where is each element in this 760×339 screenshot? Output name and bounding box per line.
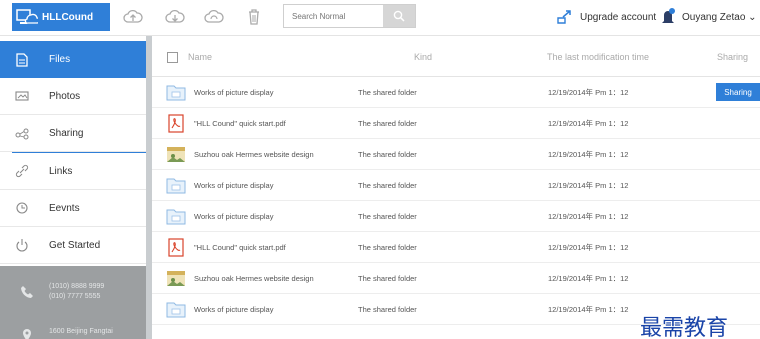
table-row[interactable]: Suzhou oak Hermes website design The shar… <box>152 263 760 294</box>
file-kind: The shared folder <box>358 274 417 283</box>
file-name[interactable]: Works of picture display <box>194 181 273 190</box>
sidebar-item-get-started[interactable]: Get Started <box>0 227 146 264</box>
notification-bell-icon[interactable] <box>661 7 675 27</box>
location-pin-icon <box>23 329 31 339</box>
contact-phone: (010) 7777 5555 <box>49 293 101 300</box>
user-name: Ouyang Zetao ⌄ <box>682 11 757 23</box>
sidebar-item-label: Links <box>49 165 73 177</box>
app-name: HLLCound <box>42 11 94 23</box>
sidebar-item-label: Sharing <box>49 127 84 139</box>
file-kind: The shared folder <box>358 243 417 252</box>
file-kind: The shared folder <box>358 212 417 221</box>
upgrade-account-button[interactable]: Upgrade account <box>556 6 656 28</box>
sidebar-item-label: Photos <box>49 90 81 102</box>
contact-address: 1600 Beijing Fangtai <box>49 328 113 335</box>
image-icon <box>166 269 186 288</box>
cloud-upload-icon[interactable] <box>122 7 144 27</box>
search-icon <box>393 10 405 22</box>
contact-panel: (1010) 8888 9999 (010) 7777 5555 1600 Be… <box>0 266 146 339</box>
sidebar-item-events[interactable]: Eevnts <box>0 190 146 227</box>
file-modified-time: 12/19/2014年 Pm 1：12 <box>548 305 629 314</box>
phone-icon <box>21 286 33 298</box>
file-modified-time: 12/19/2014年 Pm 1：12 <box>548 212 629 221</box>
sidebar-item-label: Files <box>49 54 71 65</box>
sidebar-item-label: Eevnts <box>49 202 80 214</box>
file-modified-time: 12/19/2014年 Pm 1：12 <box>548 150 629 159</box>
sharing-button[interactable]: Sharing <box>716 83 760 101</box>
pdf-icon <box>166 238 186 257</box>
file-name[interactable]: Works of picture display <box>194 88 273 97</box>
folder-icon <box>166 207 186 226</box>
file-kind: The shared folder <box>358 181 417 190</box>
sidebar-item-photos[interactable]: Photos <box>0 78 146 115</box>
upgrade-icon <box>557 10 571 24</box>
file-kind: The shared folder <box>358 119 417 128</box>
sidebar-item-sharing[interactable]: Sharing <box>0 115 146 152</box>
table-row[interactable]: Works of picture display The shared folde… <box>152 77 760 108</box>
contact-phone: (1010) 8888 9999 <box>49 283 105 290</box>
sidebar-item-links[interactable]: Links <box>0 153 146 190</box>
column-header-name[interactable]: Name <box>188 52 212 62</box>
sidebar-item-files[interactable]: Files <box>0 41 146 78</box>
table-row[interactable]: Works of picture display The shared folde… <box>152 170 760 201</box>
table-row[interactable]: Works of picture display The shared folde… <box>152 201 760 232</box>
cloud-download-icon[interactable] <box>164 7 186 27</box>
column-header-kind[interactable]: Kind <box>414 52 432 62</box>
photo-icon <box>15 91 29 101</box>
pdf-icon <box>166 114 186 133</box>
table-row[interactable]: "HLL Cound" quick start.pdf The shared fo… <box>152 232 760 263</box>
app-logo[interactable]: HLLCound <box>12 3 110 31</box>
file-name[interactable]: Works of picture display <box>194 305 273 314</box>
cloud-computer-icon <box>16 9 38 24</box>
file-name[interactable]: "HLL Cound" quick start.pdf <box>194 119 286 128</box>
file-modified-time: 12/19/2014年 Pm 1：12 <box>548 119 629 128</box>
column-header-sharing[interactable]: Sharing <box>717 52 748 62</box>
file-kind: The shared folder <box>358 150 417 159</box>
file-modified-time: 12/19/2014年 Pm 1：12 <box>548 243 629 252</box>
top-bar: HLLCound Upgrade account <box>0 0 760 36</box>
folder-icon <box>166 176 186 195</box>
share-icon <box>15 128 29 140</box>
file-name[interactable]: Works of picture display <box>194 212 273 221</box>
sidebar-item-label: Get Started <box>49 239 101 251</box>
power-icon <box>16 239 28 252</box>
search-input[interactable] <box>284 5 384 27</box>
column-header-time[interactable]: The last modification time <box>547 52 649 62</box>
file-kind: The shared folder <box>358 88 417 97</box>
upgrade-label: Upgrade account <box>580 11 657 23</box>
watermark: 最需教育 <box>640 316 729 339</box>
select-all-checkbox[interactable] <box>167 52 178 63</box>
cloud-sync-icon[interactable] <box>203 7 225 27</box>
clock-icon <box>16 202 28 214</box>
file-name[interactable]: Suzhou oak Hermes website design <box>194 274 314 283</box>
file-name[interactable]: "HLL Cound" quick start.pdf <box>194 243 286 252</box>
table-row[interactable]: Suzhou oak Hermes website design The shar… <box>152 139 760 170</box>
image-icon <box>166 145 186 164</box>
file-name[interactable]: Suzhou oak Hermes website design <box>194 150 314 159</box>
folder-icon <box>166 83 186 102</box>
file-list: Name Kind The last modification time Sha… <box>152 36 760 339</box>
user-menu[interactable]: Ouyang Zetao ⌄ <box>661 4 757 30</box>
file-icon <box>16 52 28 67</box>
link-icon <box>15 164 29 178</box>
file-modified-time: 12/19/2014年 Pm 1：12 <box>548 274 629 283</box>
table-header: Name Kind The last modification time Sha… <box>152 36 760 77</box>
file-kind: The shared folder <box>358 305 417 314</box>
sidebar: Files Photos Sharing Links Eevnts Get St… <box>0 36 146 339</box>
search-box <box>283 4 416 28</box>
folder-icon <box>166 300 186 319</box>
trash-icon[interactable] <box>243 7 265 27</box>
file-modified-time: 12/19/2014年 Pm 1：12 <box>548 88 629 97</box>
file-modified-time: 12/19/2014年 Pm 1：12 <box>548 181 629 190</box>
table-row[interactable]: "HLL Cound" quick start.pdf The shared fo… <box>152 108 760 139</box>
search-button[interactable] <box>383 5 415 27</box>
